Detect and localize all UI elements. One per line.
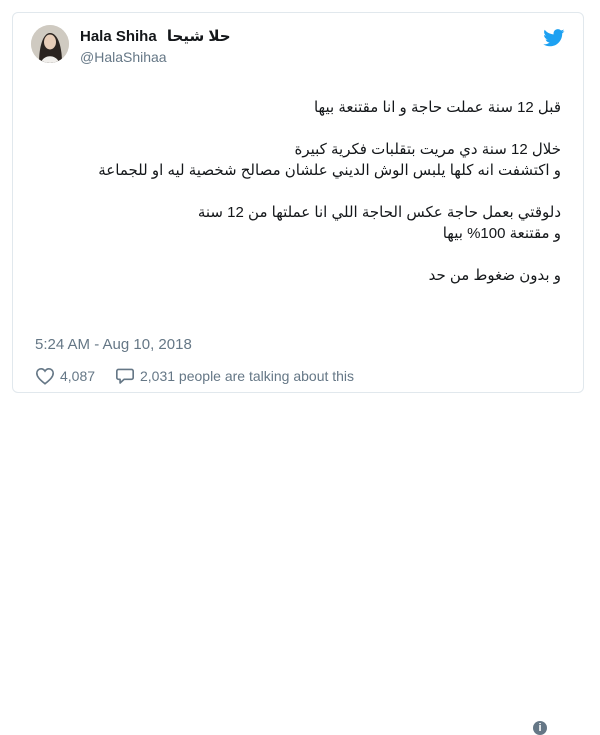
speech-bubble-icon — [116, 368, 134, 384]
like-count: 4,087 — [60, 368, 96, 384]
heart-icon — [35, 367, 55, 385]
user-name[interactable]: Hala Shiha — [80, 28, 157, 45]
tweet-timestamp[interactable]: 5:24 AM - Aug 10, 2018 — [35, 336, 192, 353]
user-name-arabic: حلا شيحا — [166, 28, 231, 45]
reply-button[interactable]: 2,031 people are talking about this — [115, 367, 354, 385]
tweet-line: دلوقتي بعمل حاجة عكس الحاجة اللي انا عمل… — [197, 204, 561, 221]
user-handle[interactable]: @HalaShihaa — [80, 49, 167, 65]
display-name[interactable]: Hala Shiha حلا شيحا — [80, 27, 231, 45]
tweet-actions: 4,087 2,031 people are talking about thi… — [31, 365, 565, 735]
tweet-card[interactable]: Hala Shiha حلا شيحا @HalaShihaa قبل 12 س… — [12, 12, 584, 735]
tweet-line: قبل 12 سنة عملت حاجة و انا مقتنعة بيها — [313, 99, 561, 116]
reply-text: 2,031 people are talking about this — [140, 368, 355, 384]
tweet-text: قبل 12 سنة عملت حاجة و انا مقتنعة بيها خ… — [41, 97, 561, 307]
like-button[interactable]: 4,087 — [35, 367, 95, 385]
tweet-paragraph-3: دلوقتي بعمل حاجة عكس الحاجة اللي انا عمل… — [41, 202, 561, 244]
info-icon[interactable]: i — [533, 721, 547, 735]
tweet-line: خلال 12 سنة دي مريت بتقلبات فكرية كبيرة — [294, 141, 561, 158]
tweet-paragraph-1: قبل 12 سنة عملت حاجة و انا مقتنعة بيها — [41, 97, 561, 118]
tweet-line: و مقتنعة 100% بيها — [442, 225, 561, 242]
tweet-line: و اكتشفت انه كلها يلبس الوش الديني علشان… — [98, 162, 561, 179]
tweet-line: و بدون ضغوط من حد — [428, 267, 561, 284]
twitter-bird-icon[interactable] — [543, 29, 565, 47]
tweet-paragraph-4: و بدون ضغوط من حد — [41, 265, 561, 286]
avatar[interactable] — [31, 25, 69, 63]
avatar-photo — [31, 25, 69, 63]
tweet-paragraph-2: خلال 12 سنة دي مريت بتقلبات فكرية كبيرة … — [41, 139, 561, 181]
